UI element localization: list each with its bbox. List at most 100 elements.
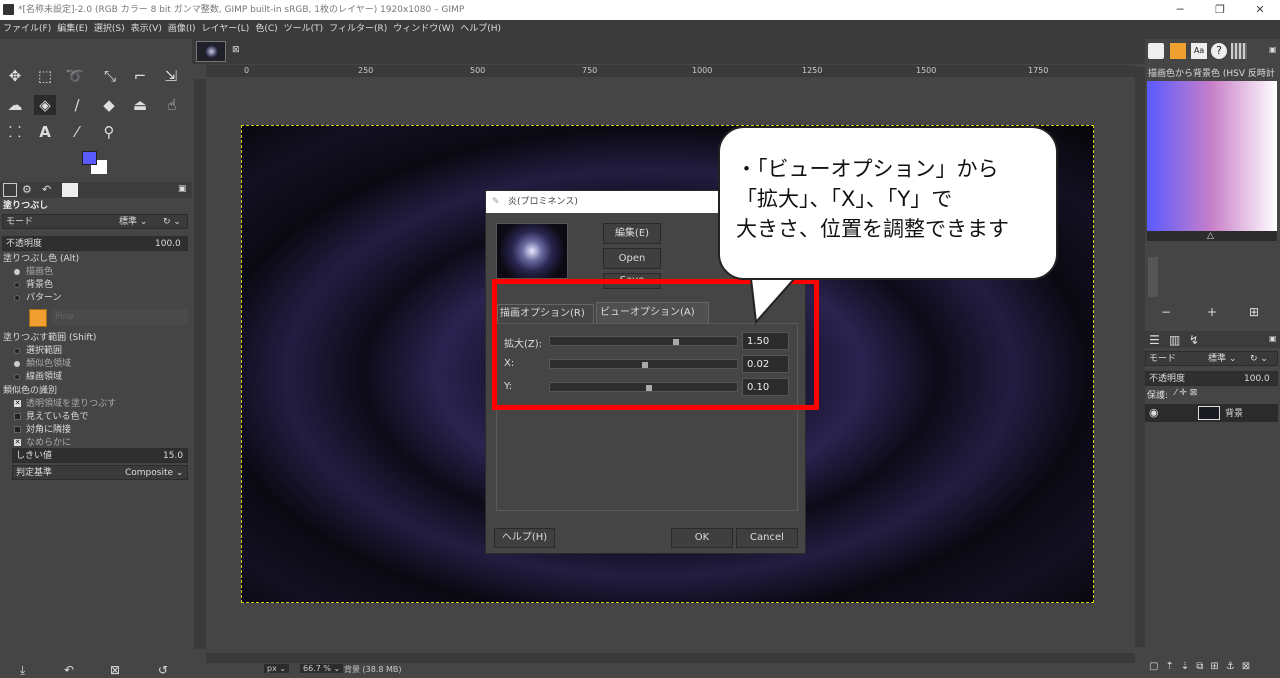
menu-item-6[interactable]: 色(C): [252, 20, 280, 39]
eraser-tool-icon[interactable]: ◆: [98, 95, 120, 115]
device-status-tab-icon[interactable]: ⚙: [22, 183, 32, 196]
lasso-tool-icon[interactable]: ➰: [64, 66, 86, 86]
channels-tab-icon[interactable]: ▥: [1169, 333, 1180, 347]
gimp-app-icon: [3, 4, 14, 15]
ok-button[interactable]: OK: [671, 528, 733, 548]
threshold-label: しきい値: [16, 451, 53, 461]
mode-direction-select[interactable]: ↻ ⌄: [163, 215, 181, 229]
close-button[interactable]: ✕: [1240, 0, 1280, 20]
fuzzy-select-tool-icon[interactable]: ⤡: [99, 66, 121, 86]
fill-option-pattern[interactable]: パターン: [0, 291, 190, 306]
undo-history-tab-icon[interactable]: ↶: [42, 183, 51, 196]
dock-config-icon[interactable]: ▣: [1269, 45, 1277, 54]
path-tool-icon[interactable]: ⸬: [4, 122, 26, 142]
brushes-tab-icon[interactable]: [1148, 43, 1164, 59]
layer-actions[interactable]: ▢⇡⇣⧉⊞⚓⊠: [1149, 661, 1257, 672]
minimize-button[interactable]: ─: [1160, 0, 1200, 20]
menu-item-9[interactable]: ウィンドウ(W): [390, 20, 457, 39]
layer-opacity-label: 不透明度: [1149, 374, 1186, 384]
gradient-minus-icon[interactable]: −: [1161, 305, 1171, 319]
layer-thumbnail: [1198, 406, 1220, 420]
transform-tool-icon[interactable]: ⇲: [160, 66, 182, 86]
criterion-label: 判定基準: [16, 468, 53, 478]
help-button[interactable]: ヘルプ(H): [494, 528, 555, 548]
opacity-value[interactable]: 100.0: [155, 237, 181, 251]
unit-select[interactable]: px ⌄: [264, 664, 290, 673]
move-tool-icon[interactable]: ✥: [4, 66, 26, 86]
palettes-tab-icon[interactable]: [1231, 43, 1247, 59]
title-bar: *[名称未設定]-2.0 (RGB カラー 8 bit ガンマ整数, GIMP …: [0, 0, 1280, 20]
menu-item-8[interactable]: フィルター(R): [326, 20, 390, 39]
image-tab-thumbnail[interactable]: [196, 41, 226, 62]
callout-line-2: 「拡大」、「X」、「Y」で: [736, 187, 953, 211]
zoom-tool-icon[interactable]: ⚲: [98, 122, 120, 142]
menu-item-3[interactable]: 表示(V): [128, 20, 165, 39]
color-picker-tool-icon[interactable]: ⁄: [66, 122, 88, 142]
crop-tool-icon[interactable]: ⌐: [129, 66, 151, 86]
bucket-fill-tool-icon[interactable]: ◈: [34, 95, 56, 115]
menu-item-7[interactable]: ツール(T): [281, 20, 327, 39]
foreground-color-swatch[interactable]: [82, 151, 97, 165]
help-tab-icon[interactable]: ?: [1211, 43, 1227, 59]
edit-button[interactable]: 編集(E): [603, 223, 661, 244]
opacity-label: 不透明度: [6, 239, 43, 249]
gradient-expand-icon[interactable]: ⊞: [1249, 305, 1259, 319]
menu-item-5[interactable]: レイヤー(L): [199, 20, 253, 39]
criterion-value[interactable]: Composite ⌄: [125, 466, 183, 480]
range-option-lineart[interactable]: 線画領域: [0, 370, 190, 385]
layer-name: 背景: [1225, 409, 1244, 419]
eye-icon[interactable]: ◉: [1149, 406, 1159, 419]
criterion-row[interactable]: 判定基準 Composite ⌄: [12, 465, 188, 480]
paths-tab-icon[interactable]: ↯: [1189, 333, 1199, 347]
images-tab-icon[interactable]: [62, 183, 78, 197]
paintbrush-tool-icon[interactable]: ∕: [66, 95, 88, 115]
rect-select-tool-icon[interactable]: ⬚: [34, 66, 56, 86]
gradient-preview[interactable]: [1147, 81, 1277, 231]
layer-row[interactable]: ◉ 背景: [1145, 404, 1278, 422]
gradient-plus-icon[interactable]: +: [1207, 305, 1217, 319]
horizontal-scrollbar[interactable]: [206, 653, 1135, 663]
patterns-tab-icon[interactable]: [1170, 43, 1186, 59]
layer-opacity-value[interactable]: 100.0: [1244, 372, 1270, 386]
smudge-tool-icon[interactable]: ☝: [161, 95, 183, 115]
menu-item-2[interactable]: 選択(S): [91, 20, 128, 39]
close-image-tab-icon[interactable]: ⊠: [232, 45, 240, 55]
layers-tab-icon[interactable]: ☰: [1149, 333, 1160, 347]
warp-tool-icon[interactable]: ☁: [4, 95, 26, 115]
dialog-title: 炎(プロミネンス): [508, 197, 578, 207]
layers-config-icon[interactable]: ▣: [1269, 334, 1277, 343]
menu-item-1[interactable]: 編集(E): [54, 20, 91, 39]
fonts-tab-icon[interactable]: Aa: [1191, 43, 1207, 59]
mode-select[interactable]: 標準 ⌄: [119, 215, 147, 229]
open-button[interactable]: Open: [603, 248, 661, 269]
zoom-select[interactable]: 66.7 % ⌄: [300, 664, 344, 673]
layer-mode-direction-select[interactable]: ↻ ⌄: [1250, 352, 1268, 366]
clone-tool-icon[interactable]: ⏏: [129, 95, 151, 115]
menu-item-4[interactable]: 画像(I): [165, 20, 199, 39]
layers-tabs: ☰ ▥ ↯ ▣: [1145, 331, 1280, 348]
cancel-button[interactable]: Cancel: [736, 528, 798, 548]
text-tool-icon[interactable]: A: [34, 122, 56, 142]
layer-opacity-slider[interactable]: 不透明度 100.0: [1145, 371, 1278, 386]
menu-item-0[interactable]: ファイル(F): [0, 20, 54, 39]
lock-label: 保護:: [1147, 391, 1169, 401]
threshold-value[interactable]: 15.0: [163, 449, 183, 463]
configure-tab-icon[interactable]: ▣: [178, 184, 187, 194]
threshold-slider[interactable]: しきい値 15.0: [12, 448, 188, 463]
gradient-list-scrollbar[interactable]: [1148, 257, 1158, 297]
gradient-stop-icon[interactable]: △: [1207, 231, 1214, 241]
opacity-slider[interactable]: 不透明度 100.0: [2, 236, 188, 251]
ruler-mark: 0: [244, 66, 250, 75]
pattern-name-field[interactable]: Pine: [52, 309, 188, 325]
tool-options-tab-icon[interactable]: [3, 183, 17, 197]
menu-item-10[interactable]: ヘルプ(H): [457, 20, 504, 39]
ruler-mark: 1500: [916, 66, 937, 75]
maximize-button[interactable]: ❐: [1200, 0, 1240, 20]
lock-icons[interactable]: ⁄ ✛ ⊠: [1175, 388, 1197, 398]
vertical-scrollbar[interactable]: [1135, 67, 1145, 647]
ruler-mark: 1000: [692, 66, 713, 75]
layer-mode-select[interactable]: 標準 ⌄: [1208, 352, 1236, 366]
save-options-icon[interactable]: ⤓: [20, 663, 25, 678]
pattern-swatch[interactable]: [29, 309, 47, 327]
gradient-stops[interactable]: △: [1147, 231, 1277, 241]
